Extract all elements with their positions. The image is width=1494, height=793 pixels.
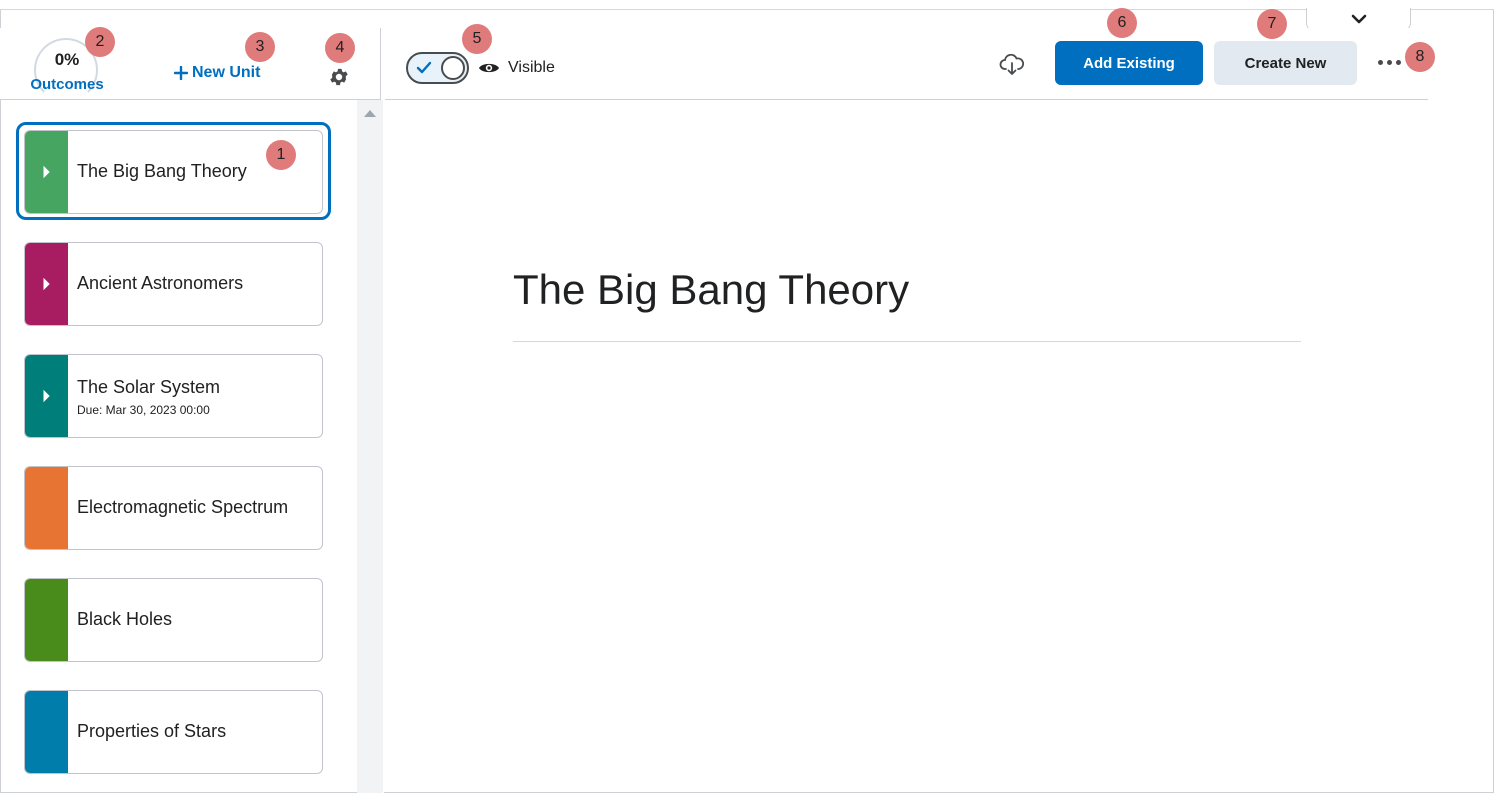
scroll-up-arrow-icon[interactable]: [364, 110, 376, 117]
visibility-status: Visible: [478, 59, 555, 77]
visibility-toggle[interactable]: [406, 52, 469, 84]
selected-unit-focus-ring: [16, 122, 331, 220]
visibility-label: Visible: [508, 59, 555, 76]
unit-card-solar-system[interactable]: The Solar System Due: Mar 30, 2023 00:00: [24, 354, 323, 438]
callout-badge: 8: [1405, 42, 1435, 72]
unit-due-date: Due: Mar 30, 2023 00:00: [77, 403, 210, 417]
callout-badge: 6: [1107, 8, 1137, 38]
unit-title: Ancient Astronomers: [77, 273, 244, 293]
outcomes-label: Outcomes: [30, 76, 104, 93]
unit-card-ancient-astronomers[interactable]: Ancient Astronomers: [24, 242, 323, 326]
settings-button[interactable]: [328, 66, 350, 88]
unit-title: Properties of Stars: [77, 721, 227, 741]
unit-color-stripe: [25, 243, 68, 325]
cloud-download-icon: [999, 53, 1025, 75]
new-unit-label: New Unit: [192, 64, 261, 81]
unit-title: Electromagnetic Spectrum: [77, 497, 289, 517]
callout-badge: 2: [85, 27, 115, 57]
unit-list-scrollbar[interactable]: [357, 100, 383, 793]
callout-badge: 7: [1257, 9, 1287, 39]
toggle-knob: [441, 56, 465, 80]
callout-badge: 4: [325, 33, 355, 63]
checkmark-icon: [416, 61, 432, 74]
content-title: The Big Bang Theory: [513, 266, 910, 313]
download-button[interactable]: [999, 53, 1025, 76]
unit-card-electromagnetic-spectrum[interactable]: Electromagnetic Spectrum: [24, 466, 323, 550]
title-divider: [513, 341, 1301, 342]
unit-color-stripe: [25, 579, 68, 661]
eye-icon: [479, 63, 499, 73]
caret-right-icon: [43, 390, 50, 402]
callout-badge: 5: [462, 24, 492, 54]
callout-badge: 1: [266, 140, 296, 170]
unit-color-stripe: [25, 691, 68, 773]
new-unit-button[interactable]: New Unit: [174, 64, 260, 82]
unit-title: Black Holes: [77, 609, 173, 629]
create-new-button[interactable]: Create New: [1214, 41, 1357, 85]
navigation-header: 0% Outcomes New Unit: [0, 28, 380, 102]
more-options-icon[interactable]: [1378, 60, 1401, 65]
unit-card-black-holes[interactable]: Black Holes: [24, 578, 323, 662]
chevron-down-icon: [1351, 14, 1366, 24]
unit-color-stripe: [25, 355, 68, 437]
unit-title: The Solar System: [77, 377, 221, 397]
callout-badge: 3: [245, 32, 275, 62]
plus-icon: [174, 66, 188, 80]
gear-icon: [330, 68, 348, 86]
caret-right-icon: [43, 278, 50, 290]
unit-card-properties-of-stars[interactable]: Properties of Stars: [24, 690, 323, 774]
add-existing-button[interactable]: Add Existing: [1055, 41, 1203, 85]
unit-color-stripe: [25, 467, 68, 549]
